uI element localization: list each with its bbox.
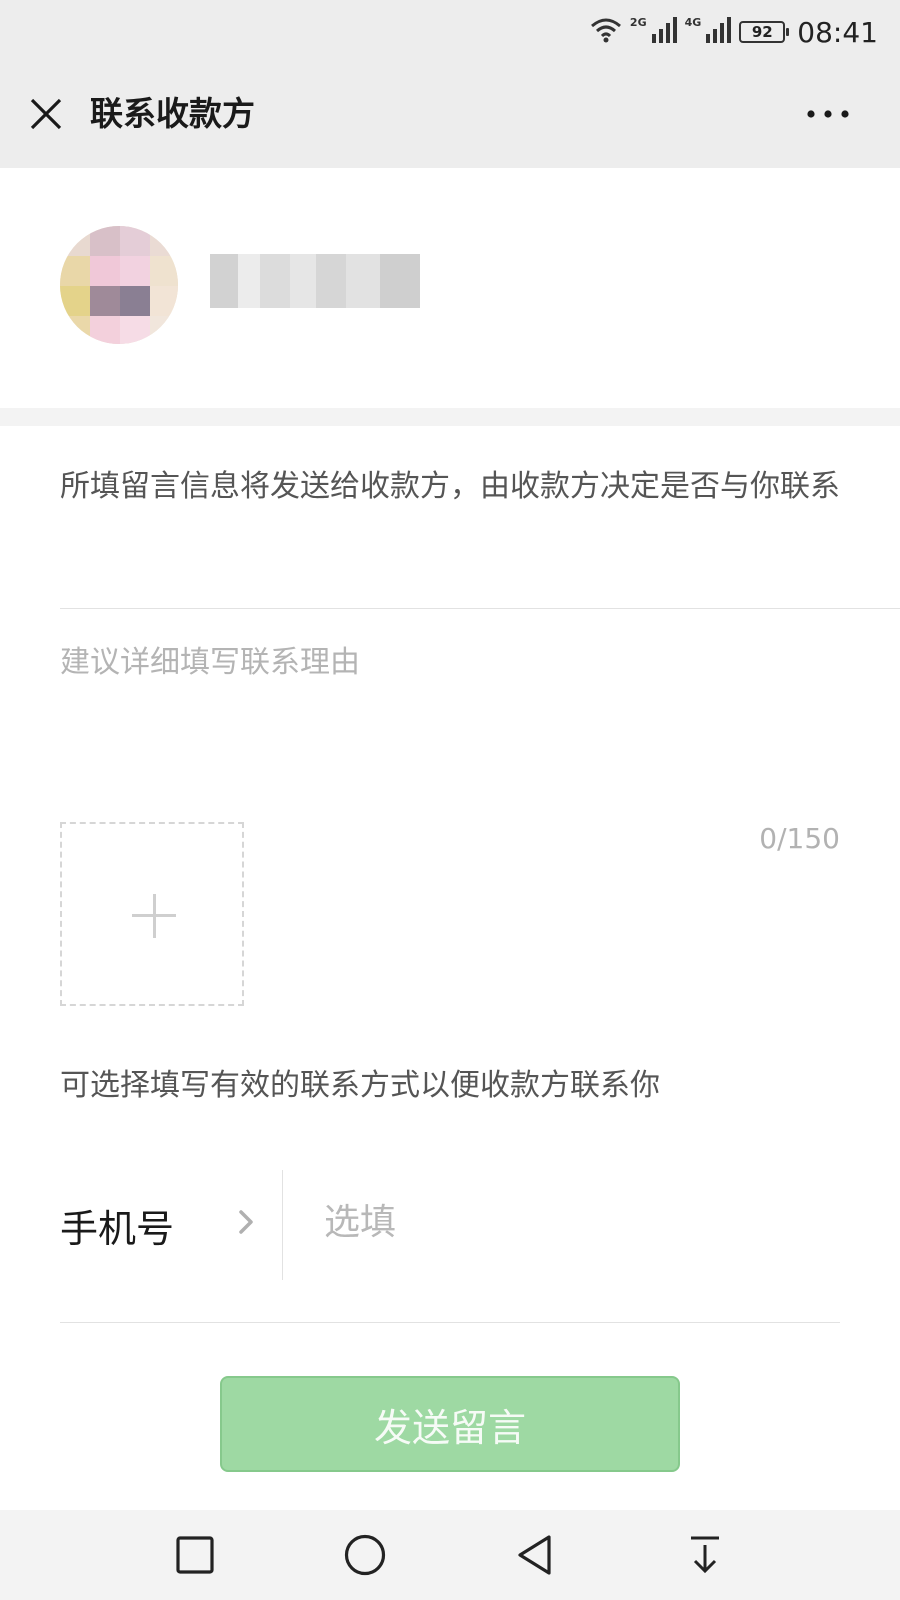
contact-hint: 可选择填写有效的联系方式以便收款方联系你 [60,1068,660,1103]
phone-row: 手机号 [60,1170,840,1280]
phone-input[interactable] [324,1192,824,1252]
nav-bar: 联系收款方 [0,62,900,168]
triangle-back-icon [518,1535,551,1575]
payee-name-redacted [210,254,420,308]
phone-separator [282,1170,283,1280]
divider [60,1322,840,1323]
avatar [60,226,178,344]
close-icon [30,98,62,130]
status-icons: 2G 4G 92 08:41 [590,12,878,52]
more-button[interactable] [794,90,862,138]
send-message-button[interactable]: 发送留言 [220,1376,680,1472]
divider [60,608,900,609]
char-counter: 0/150 [759,822,840,855]
country-code-selector[interactable] [230,1206,262,1238]
section-gap [0,408,900,426]
back-button[interactable] [510,1530,560,1580]
reason-input[interactable] [60,640,840,780]
chevron-right-icon [239,1210,253,1234]
wifi-icon [590,16,622,48]
payee-card [0,168,900,408]
phone-label: 手机号 [60,1207,175,1251]
screen: 2G 4G 92 08:41 联系收款方 所填留言信息将发送给收款方，由收款方决… [0,0,900,1600]
battery-icon: 92 [739,21,790,43]
more-icon [807,110,849,118]
signal-icon [705,16,732,48]
close-button[interactable] [22,90,70,138]
battery-level: 92 [751,23,773,41]
home-button[interactable] [340,1530,390,1580]
square-icon [176,1536,214,1574]
signal-icon [651,16,677,48]
recents-button[interactable] [170,1530,220,1580]
page-title: 联系收款方 [90,94,255,133]
network-2g-label: 2G [629,15,647,29]
network-4g-label: 4G [684,15,702,29]
system-nav-bar [0,1510,900,1600]
circle-icon [344,1534,386,1576]
notice-text: 所填留言信息将发送给收款方，由收款方决定是否与你联系 [60,469,840,504]
download-icon [691,1536,719,1574]
status-bar: 2G 4G 92 08:41 [0,0,900,62]
add-image-button[interactable] [60,822,244,1006]
clock: 08:41 [797,15,878,49]
notification-pull-button[interactable] [680,1530,730,1580]
